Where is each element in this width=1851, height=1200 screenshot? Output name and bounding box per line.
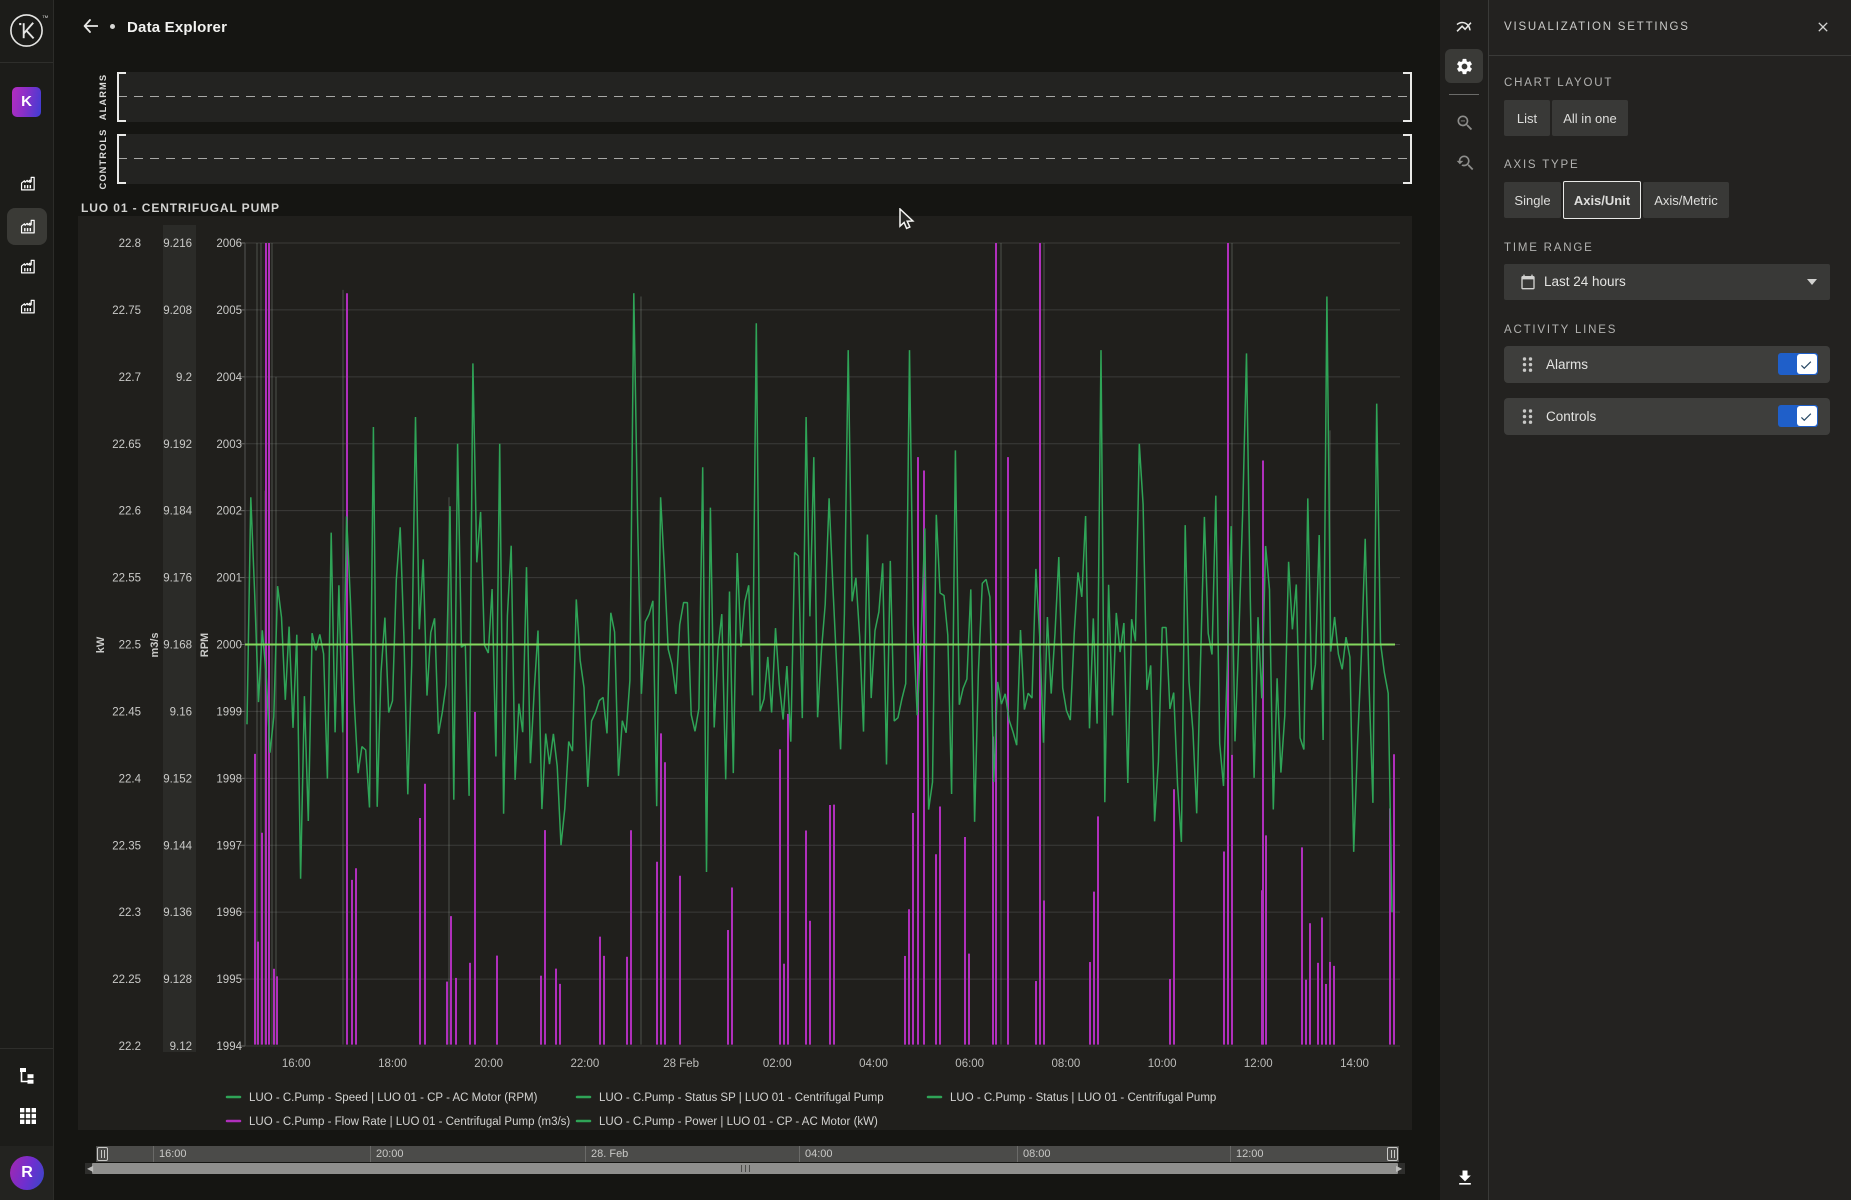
- svg-text:9.208: 9.208: [163, 305, 192, 317]
- svg-text:9.176: 9.176: [163, 573, 192, 585]
- svg-text:1995: 1995: [216, 974, 242, 986]
- svg-text:22.5: 22.5: [119, 640, 141, 652]
- svg-text:2005: 2005: [216, 305, 242, 317]
- svg-text:08:00: 08:00: [1052, 1058, 1081, 1070]
- svg-text:9.216: 9.216: [163, 238, 192, 250]
- svg-text:LUO - C.Pump - Speed | LUO 01: LUO - C.Pump - Speed | LUO 01 - CP - AC …: [249, 1092, 538, 1104]
- svg-text:9.152: 9.152: [163, 773, 192, 785]
- svg-text:28 Feb: 28 Feb: [663, 1058, 699, 1070]
- svg-text:06:00: 06:00: [955, 1058, 984, 1070]
- svg-text:9.128: 9.128: [163, 974, 192, 986]
- svg-text:2000: 2000: [216, 640, 242, 652]
- svg-text:22.35: 22.35: [112, 840, 141, 852]
- svg-text:22.75: 22.75: [112, 305, 141, 317]
- svg-text:1998: 1998: [216, 773, 242, 785]
- svg-text:22.7: 22.7: [119, 372, 141, 384]
- svg-text:RPM: RPM: [199, 633, 211, 657]
- svg-text:22.2: 22.2: [119, 1041, 141, 1053]
- svg-text:LUO - C.Pump - Power | LUO 01: LUO - C.Pump - Power | LUO 01 - CP - AC …: [599, 1116, 878, 1128]
- svg-text:2006: 2006: [216, 238, 242, 250]
- svg-text:2003: 2003: [216, 439, 242, 451]
- svg-text:12:00: 12:00: [1244, 1058, 1273, 1070]
- svg-text:22.55: 22.55: [112, 573, 141, 585]
- svg-text:16:00: 16:00: [282, 1058, 311, 1070]
- svg-text:2001: 2001: [216, 573, 242, 585]
- svg-text:LUO 01 - CENTRIFUGAL PUMP: LUO 01 - CENTRIFUGAL PUMP: [81, 201, 280, 215]
- svg-text:1996: 1996: [216, 907, 242, 919]
- svg-text:9.168: 9.168: [163, 640, 192, 652]
- svg-text:™: ™: [42, 15, 49, 22]
- svg-text:02:00: 02:00: [763, 1058, 792, 1070]
- svg-text:22.4: 22.4: [119, 773, 142, 785]
- svg-text:kW: kW: [95, 636, 107, 653]
- svg-text:22.65: 22.65: [112, 439, 141, 451]
- svg-text:18:00: 18:00: [378, 1058, 407, 1070]
- svg-text:LUO - C.Pump - Status SP | LUO: LUO - C.Pump - Status SP | LUO 01 - Cent…: [599, 1092, 884, 1104]
- svg-text:22.25: 22.25: [112, 974, 141, 986]
- svg-text:22.45: 22.45: [112, 706, 141, 718]
- svg-text:10:00: 10:00: [1148, 1058, 1177, 1070]
- svg-text:9.136: 9.136: [163, 907, 192, 919]
- svg-text:20:00: 20:00: [474, 1058, 503, 1070]
- svg-text:9.184: 9.184: [163, 506, 192, 518]
- svg-text:1994: 1994: [216, 1041, 242, 1053]
- svg-text:2004: 2004: [216, 372, 242, 384]
- svg-text:LUO - C.Pump - Status | LUO 01: LUO - C.Pump - Status | LUO 01 - Centrif…: [950, 1092, 1216, 1104]
- svg-text:1997: 1997: [216, 840, 242, 852]
- svg-text:9.12: 9.12: [170, 1041, 192, 1053]
- svg-text:2002: 2002: [216, 506, 242, 518]
- svg-text:22.8: 22.8: [119, 238, 141, 250]
- svg-text:22:00: 22:00: [571, 1058, 600, 1070]
- svg-text:1999: 1999: [216, 706, 242, 718]
- svg-text:9.192: 9.192: [163, 439, 192, 451]
- svg-text:m3/s: m3/s: [149, 632, 161, 657]
- svg-text:14:00: 14:00: [1340, 1058, 1369, 1070]
- svg-text:22.3: 22.3: [119, 907, 141, 919]
- svg-text:9.144: 9.144: [163, 840, 192, 852]
- svg-text:9.16: 9.16: [170, 706, 192, 718]
- svg-text:22.6: 22.6: [119, 506, 141, 518]
- svg-text:LUO - C.Pump - Flow Rate | LUO: LUO - C.Pump - Flow Rate | LUO 01 - Cent…: [249, 1116, 570, 1128]
- svg-text:04:00: 04:00: [859, 1058, 888, 1070]
- svg-text:9.2: 9.2: [176, 372, 192, 384]
